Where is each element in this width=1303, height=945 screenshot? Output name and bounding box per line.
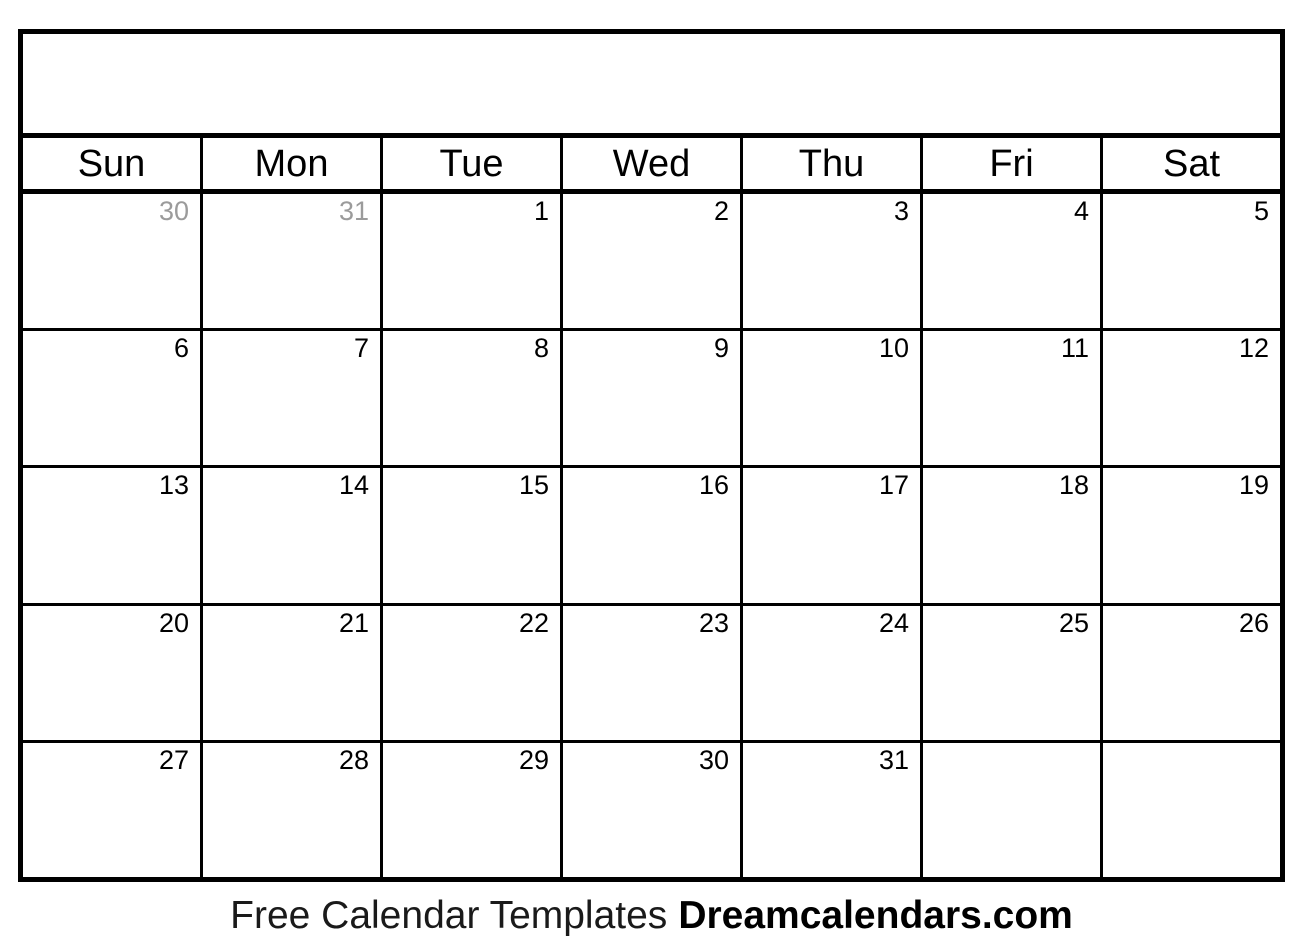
day-cell[interactable]: 8 (383, 331, 563, 466)
weekday-header-thu: Thu (743, 138, 923, 189)
day-number: 8 (533, 333, 549, 364)
day-cell[interactable]: 14 (203, 468, 383, 603)
weekday-header-sat: Sat (1103, 138, 1280, 189)
weekday-header-sun: Sun (23, 138, 203, 189)
weekday-label: Fri (989, 142, 1034, 185)
day-number: 4 (1073, 196, 1089, 226)
weekday-label: Sun (77, 142, 146, 185)
day-number: 16 (698, 470, 729, 501)
day-cell[interactable]: 6 (23, 331, 203, 466)
day-cell[interactable]: 13 (23, 468, 203, 603)
day-number: 1 (533, 196, 549, 226)
day-cell[interactable]: 18 (923, 468, 1103, 603)
day-cell[interactable]: 29 (383, 742, 563, 878)
weekday-label: Wed (612, 142, 691, 185)
calendar-frame: Sun Mon Tue Wed Thu Fri Sat 30 31 1 2 3 4 5 6 7 8 9 10 11 1… (18, 29, 1285, 882)
day-number: 9 (713, 333, 729, 364)
day-cell[interactable]: 20 (23, 605, 203, 740)
day-cell[interactable]: 30 (563, 742, 743, 878)
weekday-header-fri: Fri (923, 138, 1103, 189)
day-number: 30 (698, 744, 729, 775)
day-cell[interactable]: 4 (923, 194, 1103, 329)
calendar-week-grid: 30 31 1 2 3 4 5 6 7 8 9 10 11 12 13 14 15 16 17 18 19 20 21 22 2… (23, 194, 1280, 878)
day-cell[interactable]: 9 (563, 331, 743, 466)
footer-regular-text: Free Calendar Templates (230, 894, 668, 937)
day-cell[interactable]: 16 (563, 468, 743, 603)
day-number: 23 (698, 607, 729, 638)
day-cell[interactable]: 26 (1103, 605, 1280, 740)
day-number: 5 (1253, 196, 1269, 226)
day-cell[interactable]: 22 (383, 605, 563, 740)
day-cell[interactable]: 24 (743, 605, 923, 740)
day-number: 26 (1238, 607, 1269, 638)
weekday-header-tue: Tue (383, 138, 563, 189)
day-number: 30 (158, 196, 189, 226)
day-cell[interactable]: 5 (1103, 194, 1280, 329)
day-number: 17 (878, 470, 909, 501)
day-cell[interactable]: 23 (563, 605, 743, 740)
day-number: 21 (338, 607, 369, 638)
day-number: 12 (1238, 333, 1269, 364)
day-cell[interactable]: 31 (743, 742, 923, 878)
week-row: 6 7 8 9 10 11 12 (23, 331, 1280, 469)
day-number: 27 (158, 744, 189, 775)
day-number: 7 (353, 333, 369, 364)
footer-brand-text: Dreamcalendars.com (678, 894, 1073, 937)
weekday-header-row: Sun Mon Tue Wed Thu Fri Sat (23, 138, 1280, 194)
day-cell[interactable]: 11 (923, 331, 1103, 466)
day-number: 24 (878, 607, 909, 638)
day-cell[interactable]: 2 (563, 194, 743, 329)
weekday-label: Tue (439, 142, 504, 185)
weekday-header-wed: Wed (563, 138, 743, 189)
day-number: 3 (893, 196, 909, 226)
day-cell[interactable]: 1 (383, 194, 563, 329)
day-number: 14 (338, 470, 369, 501)
day-number: 6 (173, 333, 189, 364)
day-cell[interactable]: 19 (1103, 468, 1280, 603)
weekday-header-mon: Mon (203, 138, 383, 189)
day-cell[interactable]: 12 (1103, 331, 1280, 466)
day-cell[interactable]: 25 (923, 605, 1103, 740)
day-cell[interactable] (1103, 742, 1280, 878)
day-number: 10 (878, 333, 909, 364)
week-row: 20 21 22 23 24 25 26 (23, 605, 1280, 743)
day-cell[interactable]: 17 (743, 468, 923, 603)
day-number: 31 (338, 196, 369, 226)
calendar-title-banner[interactable] (23, 34, 1280, 138)
calendar-page: Sun Mon Tue Wed Thu Fri Sat 30 31 1 2 3 4 5 6 7 8 9 10 11 1… (0, 0, 1303, 945)
day-cell[interactable]: 21 (203, 605, 383, 740)
day-number: 19 (1238, 470, 1269, 501)
day-number: 2 (713, 196, 729, 226)
day-number: 11 (1060, 333, 1089, 364)
footer: Free Calendar Templates Dreamcalendars.co… (0, 886, 1303, 945)
day-number: 22 (518, 607, 549, 638)
day-number: 15 (518, 470, 549, 501)
day-number: 18 (1058, 470, 1089, 501)
day-number: 20 (158, 607, 189, 638)
day-number: 13 (158, 470, 189, 501)
day-cell[interactable]: 15 (383, 468, 563, 603)
day-number: 29 (518, 744, 549, 775)
day-cell[interactable]: 27 (23, 742, 203, 878)
week-row: 13 14 15 16 17 18 19 (23, 468, 1280, 606)
day-cell[interactable]: 7 (203, 331, 383, 466)
weekday-label: Sat (1162, 142, 1221, 185)
weekday-label: Thu (798, 142, 865, 185)
day-number: 25 (1058, 607, 1089, 638)
day-cell[interactable]: 10 (743, 331, 923, 466)
day-cell[interactable]: 30 (23, 194, 203, 329)
day-number: 31 (878, 744, 909, 775)
weekday-label: Mon (254, 142, 329, 185)
week-row: 27 28 29 30 31 (23, 742, 1280, 878)
day-number: 28 (338, 744, 369, 775)
day-cell[interactable]: 28 (203, 742, 383, 878)
day-cell[interactable]: 3 (743, 194, 923, 329)
day-cell[interactable] (923, 742, 1103, 878)
day-cell[interactable]: 31 (203, 194, 383, 329)
week-row: 30 31 1 2 3 4 5 (23, 194, 1280, 332)
